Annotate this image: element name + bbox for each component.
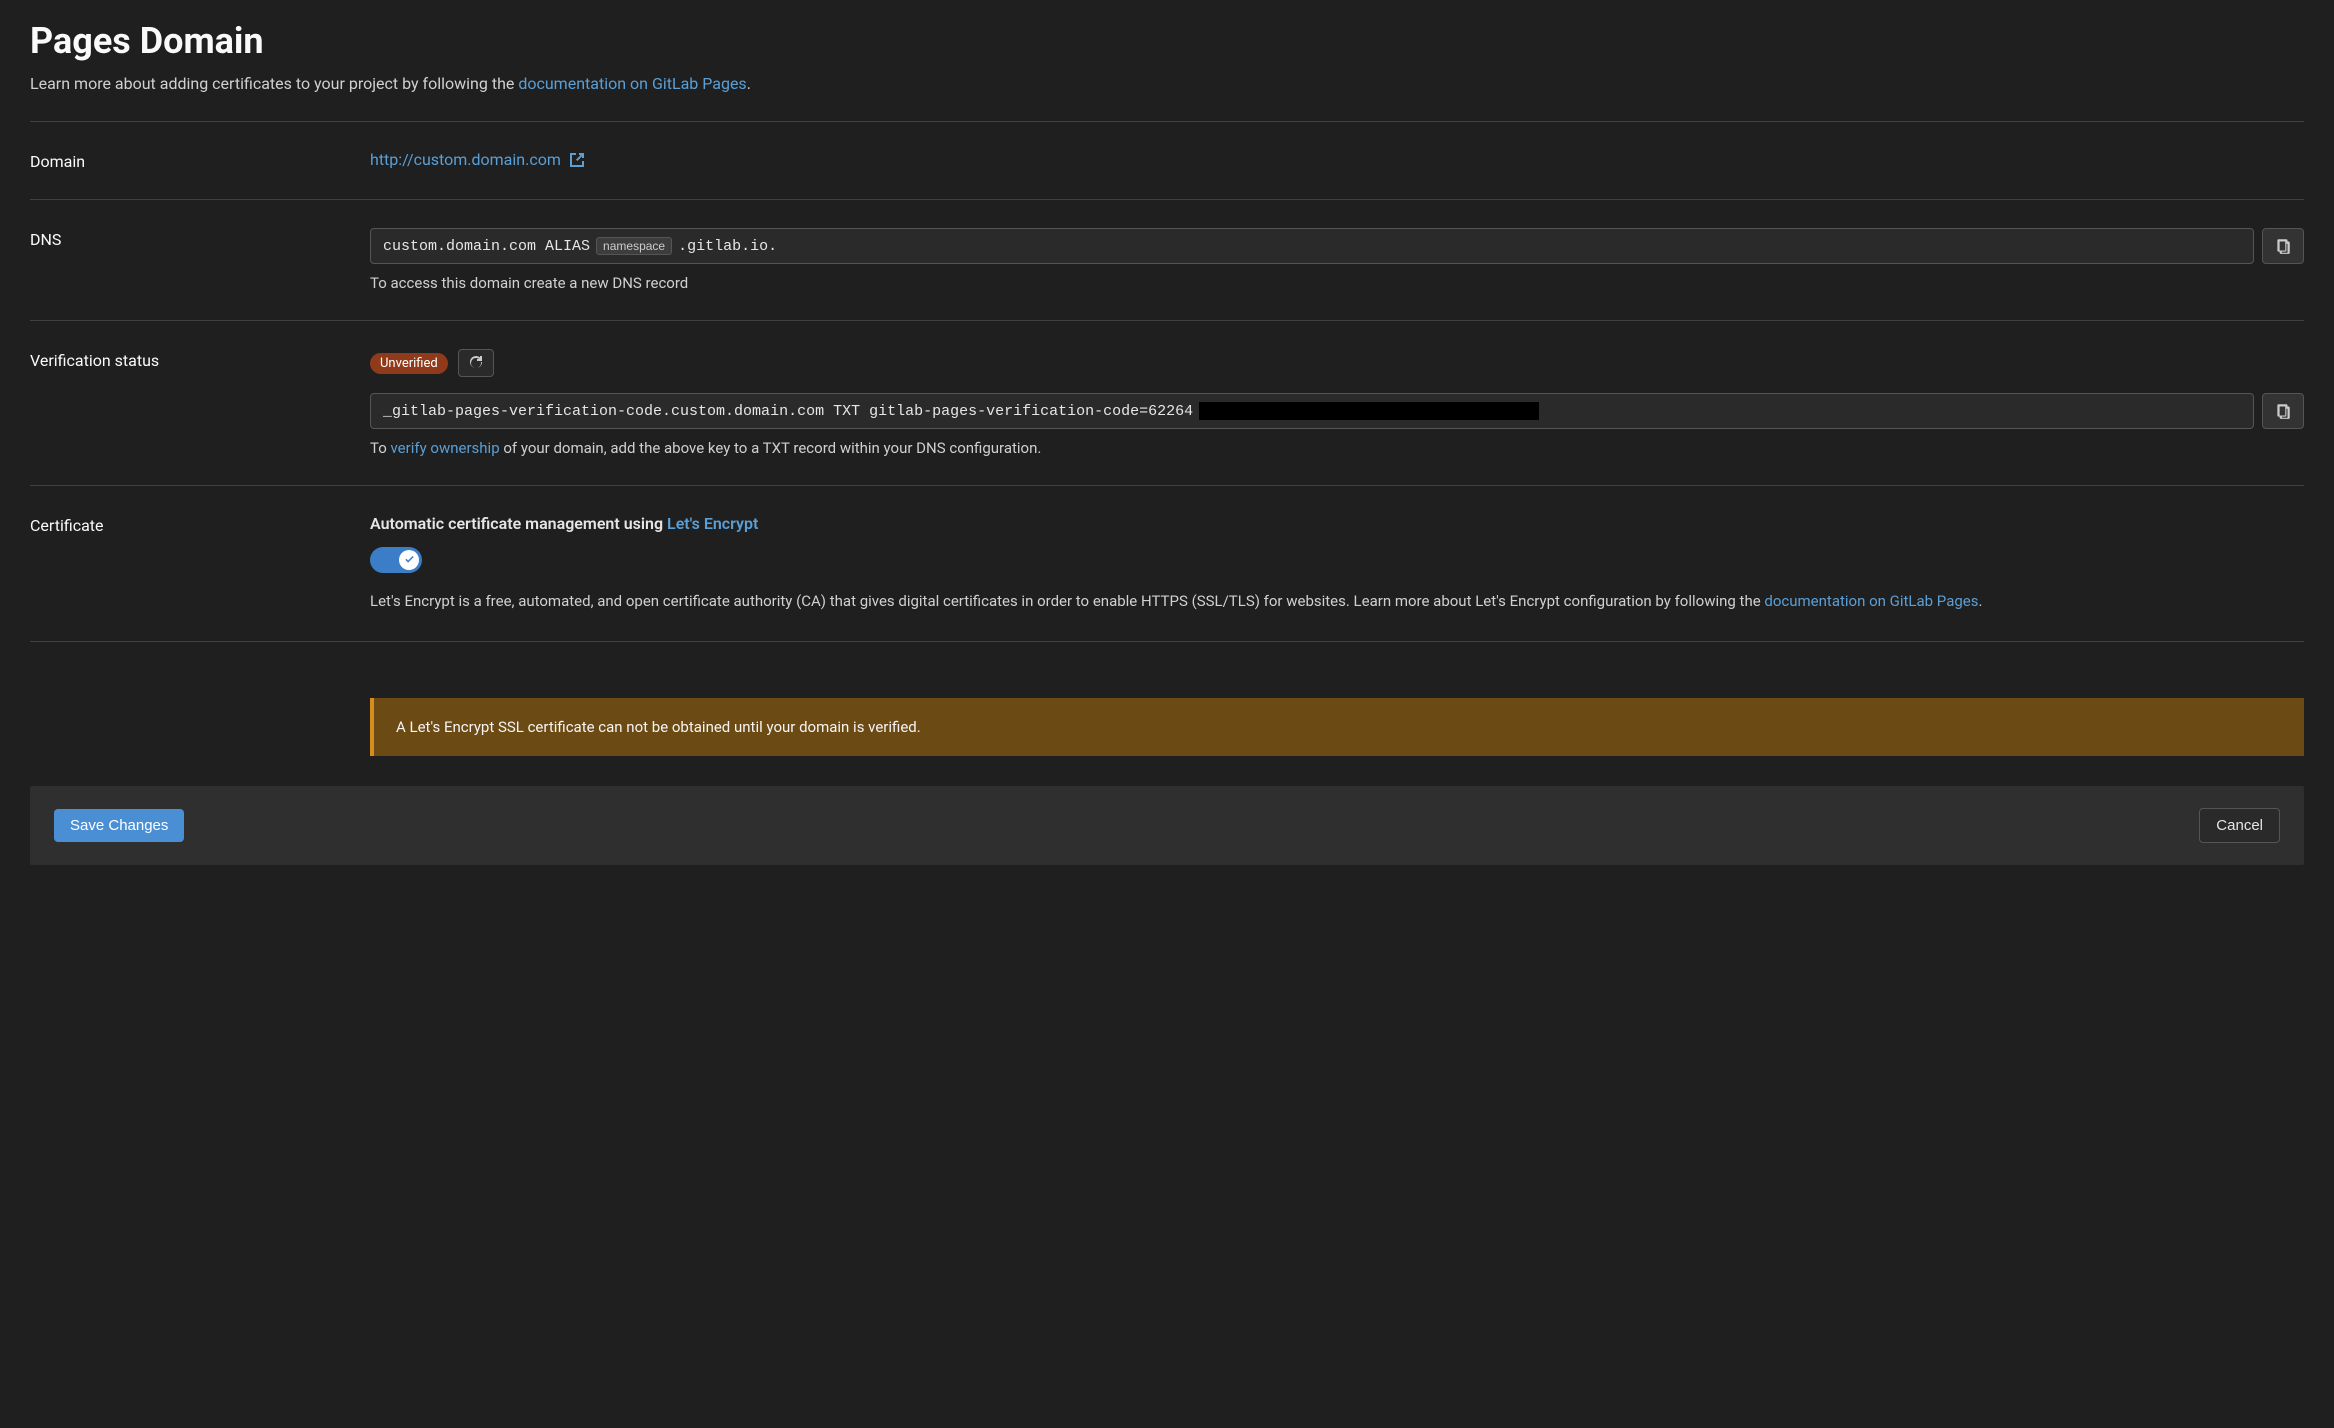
copy-dns-button[interactable]	[2262, 228, 2304, 264]
verification-label: Verification status	[30, 349, 370, 457]
redacted-code	[1199, 402, 1539, 420]
certificate-heading: Automatic certificate management using L…	[370, 514, 2304, 533]
copy-verification-button[interactable]	[2262, 393, 2304, 429]
dns-record-field[interactable]: custom.domain.com ALIAS namespace.gitlab…	[370, 228, 2254, 264]
cert-doc-link[interactable]: documentation on GitLab Pages	[1764, 592, 1978, 610]
cancel-button[interactable]: Cancel	[2199, 808, 2280, 843]
retry-verification-button[interactable]	[458, 349, 494, 377]
dns-help-text: To access this domain create a new DNS r…	[370, 274, 2304, 292]
namespace-pill: namespace	[596, 237, 672, 255]
dns-row: DNS custom.domain.com ALIAS namespace.gi…	[30, 200, 2304, 320]
verification-txt-field[interactable]: _gitlab-pages-verification-code.custom.d…	[370, 393, 2254, 429]
auto-certificate-toggle[interactable]	[370, 547, 422, 573]
intro-doc-link[interactable]: documentation on GitLab Pages	[518, 74, 746, 93]
footer-actions: Save Changes Cancel	[30, 786, 2304, 865]
save-button[interactable]: Save Changes	[54, 809, 184, 842]
verification-row: Verification status Unverified _gitlab-p…	[30, 321, 2304, 485]
page-title: Pages Domain	[30, 20, 2304, 62]
certificate-label: Certificate	[30, 514, 370, 613]
check-icon	[404, 555, 415, 566]
retry-icon	[468, 355, 484, 371]
certificate-description: Let's Encrypt is a free, automated, and …	[370, 589, 2304, 613]
domain-row: Domain http://custom.domain.com	[30, 122, 2304, 199]
alert-warning: A Let's Encrypt SSL certificate can not …	[370, 698, 2304, 756]
domain-url-link[interactable]: http://custom.domain.com	[370, 150, 585, 169]
verify-ownership-link[interactable]: verify ownership	[391, 439, 500, 457]
intro-text: Learn more about adding certificates to …	[30, 74, 2304, 93]
dns-label: DNS	[30, 228, 370, 292]
domain-label: Domain	[30, 150, 370, 171]
unverified-badge: Unverified	[370, 353, 448, 374]
clipboard-icon	[2274, 402, 2292, 420]
alert-row: A Let's Encrypt SSL certificate can not …	[30, 642, 2304, 786]
verification-help-text: To verify ownership of your domain, add …	[370, 439, 2304, 457]
external-link-icon	[569, 152, 585, 168]
toggle-knob	[399, 550, 419, 570]
clipboard-icon	[2274, 237, 2292, 255]
certificate-row: Certificate Automatic certificate manage…	[30, 486, 2304, 641]
lets-encrypt-link[interactable]: Let's Encrypt	[667, 514, 758, 533]
